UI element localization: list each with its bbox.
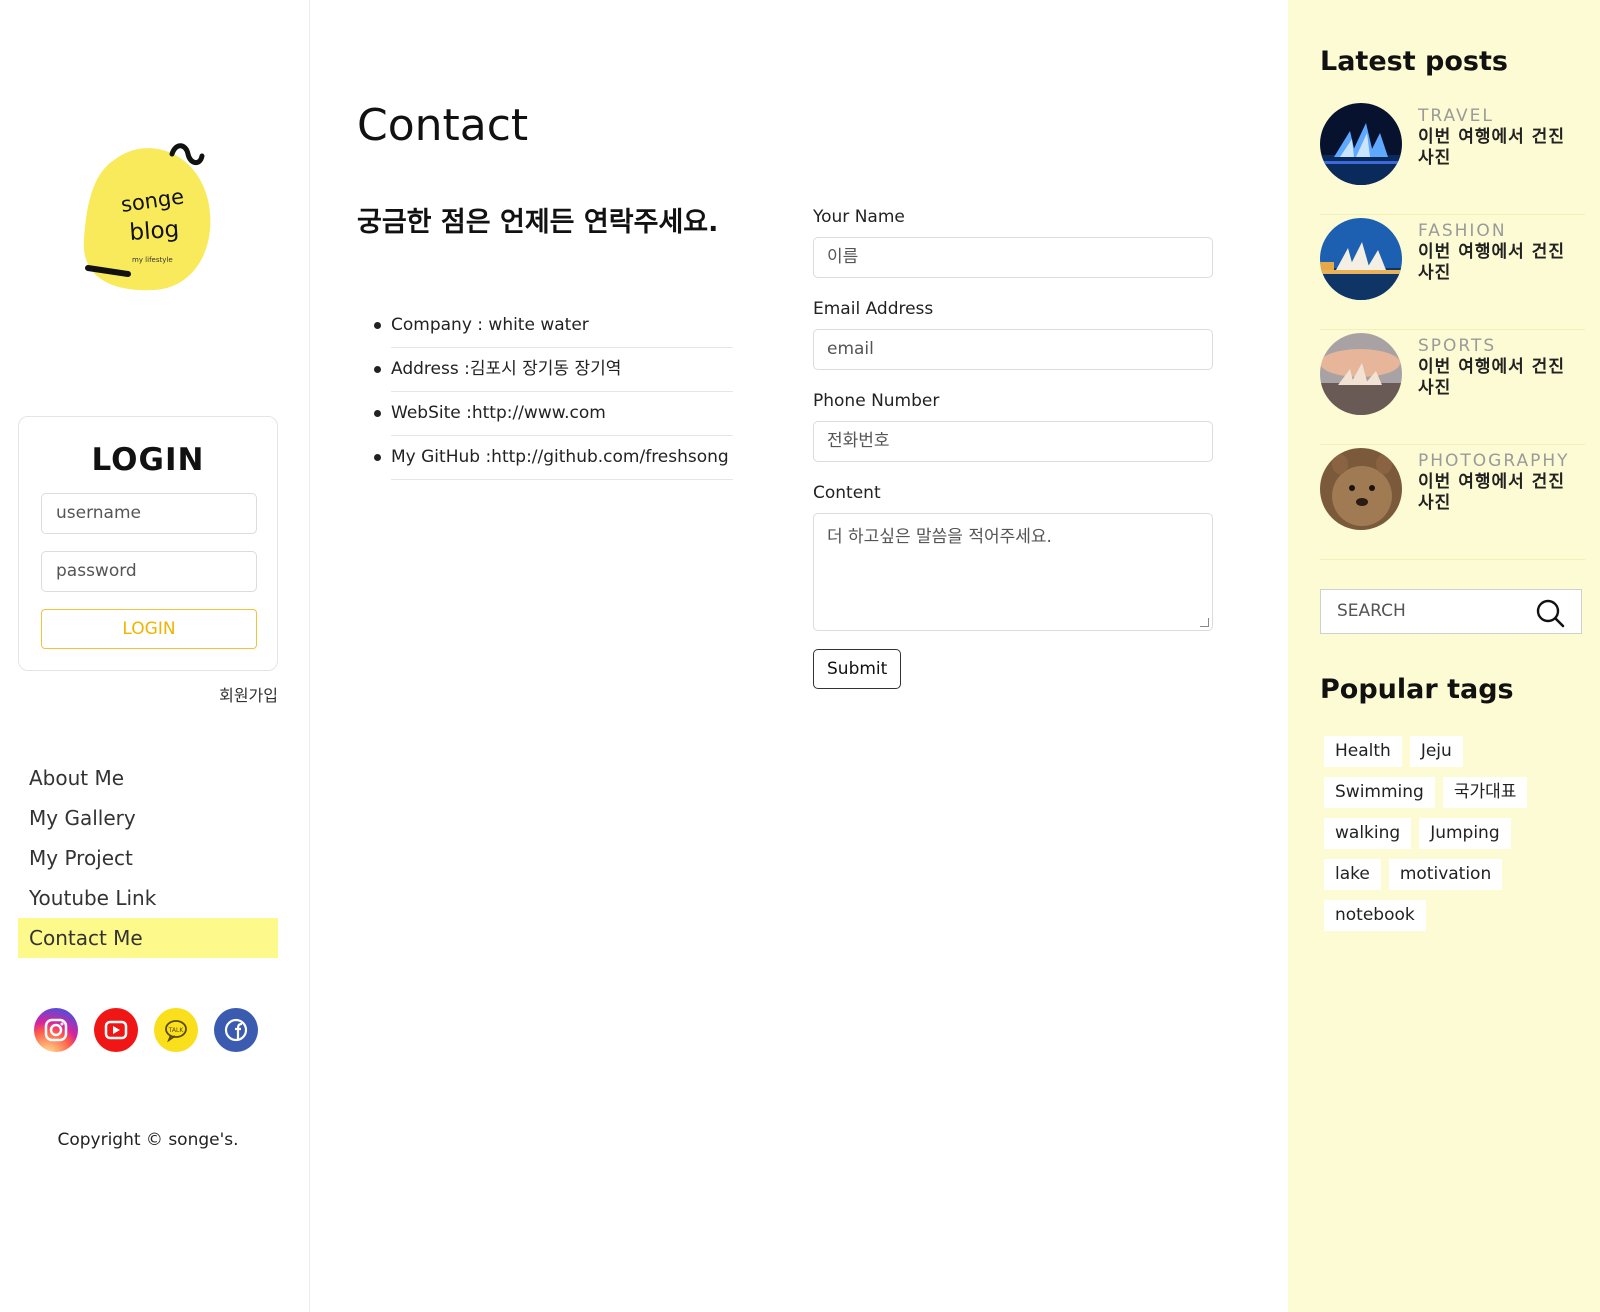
latest-posts-title: Latest posts bbox=[1320, 46, 1508, 77]
tag-lake[interactable]: lake bbox=[1324, 859, 1381, 890]
post-category: FASHION bbox=[1418, 221, 1507, 241]
login-button[interactable]: LOGIN bbox=[41, 609, 257, 649]
submit-button[interactable]: Submit bbox=[813, 649, 902, 689]
name-input[interactable]: 이름 bbox=[813, 237, 1213, 278]
nav-item-contact-me[interactable]: Contact Me bbox=[18, 918, 278, 958]
post-category: PHOTOGRAPHY bbox=[1418, 451, 1570, 471]
search-icon[interactable] bbox=[1535, 598, 1565, 628]
signup-link[interactable]: 회원가입 bbox=[18, 682, 278, 706]
post-category: SPORTS bbox=[1418, 336, 1497, 356]
youtube-icon[interactable] bbox=[94, 1008, 138, 1052]
info-website[interactable]: WebSite :http://www.com bbox=[374, 392, 733, 436]
right-sidebar: Latest posts TRAVEL 이번 여행에서 건진 사진 FASHIO… bbox=[1288, 0, 1600, 1312]
content-label: Content bbox=[813, 483, 881, 503]
nav-item-youtube-link[interactable]: Youtube Link bbox=[18, 878, 278, 918]
instagram-icon[interactable] bbox=[34, 1008, 78, 1052]
nav-item-my-gallery[interactable]: My Gallery bbox=[18, 798, 278, 838]
search-input[interactable]: SEARCH bbox=[1337, 590, 1406, 633]
post-item[interactable]: PHOTOGRAPHY 이번 여행에서 건진 사진 bbox=[1320, 445, 1585, 560]
post-thumbnail-opera-sunset[interactable] bbox=[1320, 333, 1402, 415]
search-box[interactable]: SEARCH bbox=[1320, 589, 1582, 634]
username-input[interactable]: username bbox=[41, 493, 257, 534]
post-title[interactable]: 이번 여행에서 건진 사진 bbox=[1418, 472, 1588, 514]
content-placeholder: 더 하고싶은 말씀을 적어주세요. bbox=[827, 527, 1052, 547]
blog-logo[interactable]: songe blog my lifestyle bbox=[76, 140, 226, 300]
post-thumbnail-opera-night[interactable] bbox=[1320, 103, 1402, 185]
post-title[interactable]: 이번 여행에서 건진 사진 bbox=[1418, 357, 1588, 399]
kakaotalk-icon[interactable]: TALK bbox=[154, 1008, 198, 1052]
contact-form: Your Name 이름 Email Address email Phone N… bbox=[813, 206, 1213, 689]
tag-cloud: Health Jeju Swimming 국가대표 walking Jumping l… bbox=[1324, 736, 1584, 941]
latest-posts-list: TRAVEL 이번 여행에서 건진 사진 FASHION 이번 여행에서 건진 … bbox=[1320, 100, 1585, 560]
svg-text:TALK: TALK bbox=[168, 1027, 185, 1034]
post-item[interactable]: SPORTS 이번 여행에서 건진 사진 bbox=[1320, 330, 1585, 445]
tag-notebook[interactable]: notebook bbox=[1324, 900, 1426, 931]
main-nav: About Me My Gallery My Project Youtube L… bbox=[18, 758, 278, 958]
left-sidebar: songe blog my lifestyle LOGIN username p… bbox=[0, 0, 310, 1312]
tag-jumping[interactable]: Jumping bbox=[1419, 818, 1511, 849]
email-label: Email Address bbox=[813, 299, 934, 319]
post-thumbnail-quokka[interactable] bbox=[1320, 448, 1402, 530]
resize-handle-icon[interactable] bbox=[1200, 618, 1209, 627]
nav-item-about-me[interactable]: About Me bbox=[18, 758, 278, 798]
info-address: Address :김포시 장기동 장기역 bbox=[374, 348, 733, 392]
tag-health[interactable]: Health bbox=[1324, 736, 1402, 767]
contact-info-list: Company : white water Address :김포시 장기동 장… bbox=[374, 304, 733, 480]
main-content: Contact 궁금한 점은 언제든 연락주세요. Company : whit… bbox=[311, 0, 1288, 1312]
info-company: Company : white water bbox=[374, 304, 733, 348]
copyright-text: Copyright © songe's. bbox=[57, 1130, 239, 1150]
post-thumbnail-opera-dusk[interactable] bbox=[1320, 218, 1402, 300]
phone-label: Phone Number bbox=[813, 391, 940, 411]
page-title: Contact bbox=[357, 100, 529, 151]
post-title[interactable]: 이번 여행에서 건진 사진 bbox=[1418, 242, 1588, 284]
logo-text-line2: blog bbox=[129, 217, 180, 246]
logo-blob-icon: songe blog my lifestyle bbox=[83, 143, 211, 291]
post-item[interactable]: TRAVEL 이번 여행에서 건진 사진 bbox=[1320, 100, 1585, 215]
phone-input[interactable]: 전화번호 bbox=[813, 421, 1213, 462]
nav-item-my-project[interactable]: My Project bbox=[18, 838, 278, 878]
tag-walking[interactable]: walking bbox=[1324, 818, 1412, 849]
password-input[interactable]: password bbox=[41, 551, 257, 592]
contact-intro: 궁금한 점은 언제든 연락주세요. bbox=[357, 207, 719, 238]
post-title[interactable]: 이번 여행에서 건진 사진 bbox=[1418, 127, 1588, 169]
name-label: Your Name bbox=[813, 207, 905, 227]
login-panel: LOGIN username password LOGIN bbox=[18, 416, 278, 671]
popular-tags-title: Popular tags bbox=[1320, 674, 1514, 705]
logo-tagline: my lifestyle bbox=[132, 256, 173, 264]
tag-motivation[interactable]: motivation bbox=[1388, 859, 1503, 890]
post-item[interactable]: FASHION 이번 여행에서 건진 사진 bbox=[1320, 215, 1585, 330]
login-title: LOGIN bbox=[91, 442, 205, 478]
post-category: TRAVEL bbox=[1418, 106, 1494, 126]
tag-national-team[interactable]: 국가대표 bbox=[1442, 777, 1528, 808]
social-links: TALK bbox=[34, 1008, 274, 1054]
info-github[interactable]: My GitHub :http://github.com/freshsong bbox=[374, 436, 733, 480]
facebook-icon[interactable] bbox=[214, 1008, 258, 1052]
content-textarea[interactable]: 더 하고싶은 말씀을 적어주세요. bbox=[813, 513, 1213, 631]
tag-jeju[interactable]: Jeju bbox=[1409, 736, 1463, 767]
email-input[interactable]: email bbox=[813, 329, 1213, 370]
tag-swimming[interactable]: Swimming bbox=[1324, 777, 1435, 808]
